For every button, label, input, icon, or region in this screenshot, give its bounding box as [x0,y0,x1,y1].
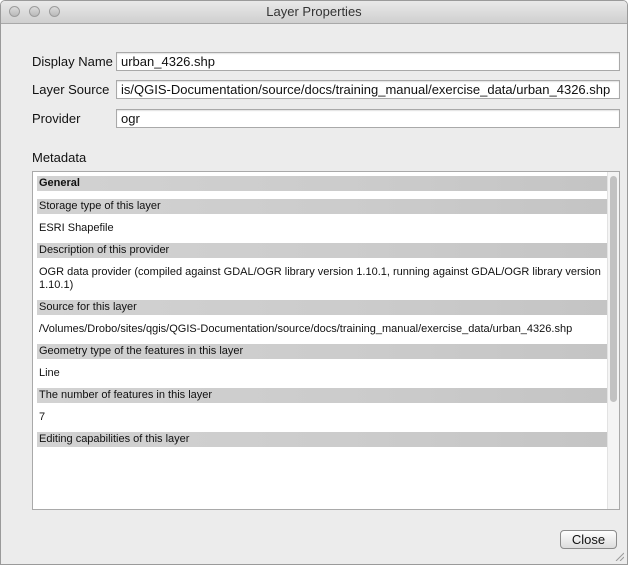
metadata-section-value: ESRI Shapefile [39,222,114,234]
metadata-scrollbar[interactable] [607,172,619,509]
title-bar[interactable]: Layer Properties [1,1,627,24]
provider-label: Provider [32,111,81,126]
display-name-label: Display Name [32,54,113,69]
layer-source-field[interactable]: is/QGIS-Documentation/source/docs/traini… [116,80,620,99]
metadata-section-header: The number of features in this layer [37,388,609,403]
metadata-section-header: Description of this provider [37,243,609,258]
display-name-field[interactable]: urban_4326.shp [116,52,620,71]
metadata-section-header: Geometry type of the features in this la… [37,344,609,359]
layer-source-label: Layer Source [32,82,110,97]
metadata-section-header: General [37,176,609,191]
metadata-viewer[interactable]: General Storage type of this layer ESRI … [32,171,620,510]
metadata-section-value: 7 [39,411,46,423]
resize-grip-icon[interactable] [614,551,624,561]
metadata-section-value: /Volumes/Drobo/sites/qgis/QGIS-Documenta… [39,323,573,335]
close-button[interactable]: Close [560,530,617,549]
window-title: Layer Properties [266,4,362,19]
metadata-content: General Storage type of this layer ESRI … [37,176,609,455]
layer-properties-window: Layer Properties Display Name urban_4326… [0,0,628,565]
metadata-section-header: Source for this layer [37,300,609,315]
metadata-section-value: Line [39,367,60,379]
metadata-section-header: Editing capabilities of this layer [37,432,609,447]
metadata-section-header: Storage type of this layer [37,199,609,214]
provider-field[interactable]: ogr [116,109,620,128]
metadata-label: Metadata [32,150,87,165]
metadata-scrollbar-thumb[interactable] [610,176,617,402]
metadata-section-value: OGR data provider (compiled against GDAL… [39,266,601,291]
